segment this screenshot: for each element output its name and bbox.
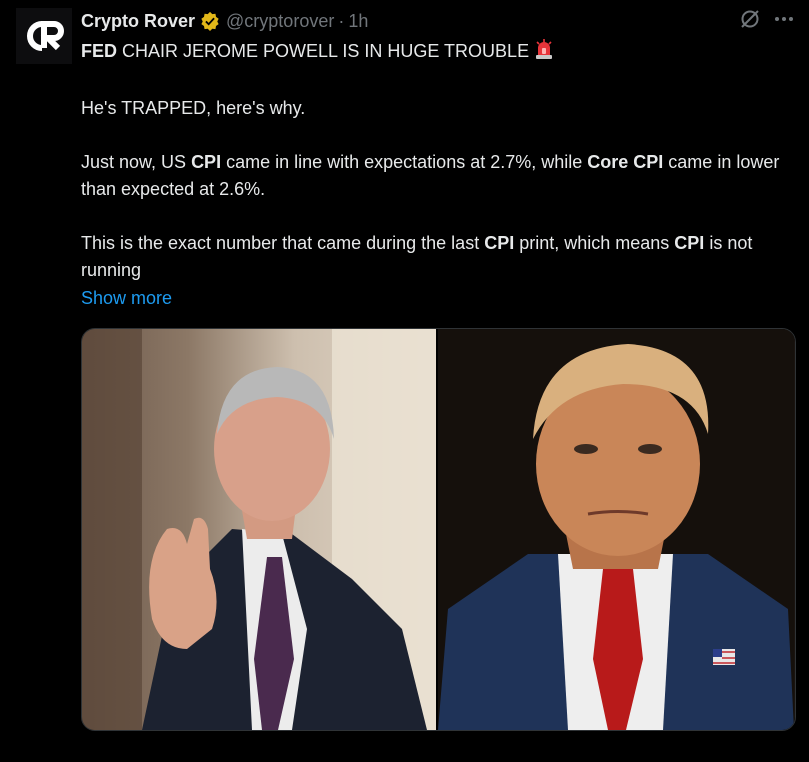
author-handle[interactable]: @cryptorover: [226, 11, 334, 32]
cpi-text-a: Just now, US: [81, 152, 192, 172]
tweet-top-actions: [739, 8, 795, 30]
grok-icon[interactable]: [739, 8, 761, 30]
print-text-a: This is the exact number that came durin…: [81, 233, 485, 253]
powell-image: [82, 329, 436, 730]
print-text-b: print, which means: [514, 233, 675, 253]
cpi-bold-a: CPI: [191, 152, 222, 172]
core-cpi-bold: Core CPI: [587, 152, 664, 172]
cpi-text-b: came in line with expectations at 2.7%, …: [221, 152, 588, 172]
tweet-text: FED CHAIR JEROME POWELL IS IN HUGE TROUB…: [81, 38, 796, 284]
trump-image: [438, 329, 794, 730]
print-bold-a: CPI: [484, 233, 515, 253]
print-bold-b: CPI: [674, 233, 705, 253]
separator-dot: ·: [338, 10, 345, 31]
siren-icon: [533, 38, 555, 68]
headline-bold: FED: [81, 41, 117, 61]
timestamp[interactable]: 1h: [348, 11, 368, 32]
avatar[interactable]: [16, 8, 72, 64]
tweet-line-headline: FED CHAIR JEROME POWELL IS IN HUGE TROUB…: [81, 38, 796, 68]
photo-trump[interactable]: [436, 329, 795, 730]
tweet-header: Crypto Rover @cryptorover · 1h: [81, 9, 368, 33]
tweet-media[interactable]: [81, 328, 796, 731]
tweet-line-print: This is the exact number that came durin…: [81, 230, 796, 284]
more-icon[interactable]: [773, 8, 795, 30]
photo-powell[interactable]: [82, 329, 436, 730]
headline-rest: CHAIR JEROME POWELL IS IN HUGE TROUBLE: [117, 41, 530, 61]
show-more-link[interactable]: Show more: [81, 285, 172, 312]
tweet-action-bar: [81, 742, 796, 762]
tweet-line-cpi: Just now, US CPI came in line with expec…: [81, 149, 796, 203]
crypto-rover-logo: [27, 21, 64, 51]
tweet-line-trapped: He's TRAPPED, here's why.: [81, 98, 306, 118]
verified-badge-icon: [200, 11, 220, 31]
author-name[interactable]: Crypto Rover: [81, 11, 195, 32]
